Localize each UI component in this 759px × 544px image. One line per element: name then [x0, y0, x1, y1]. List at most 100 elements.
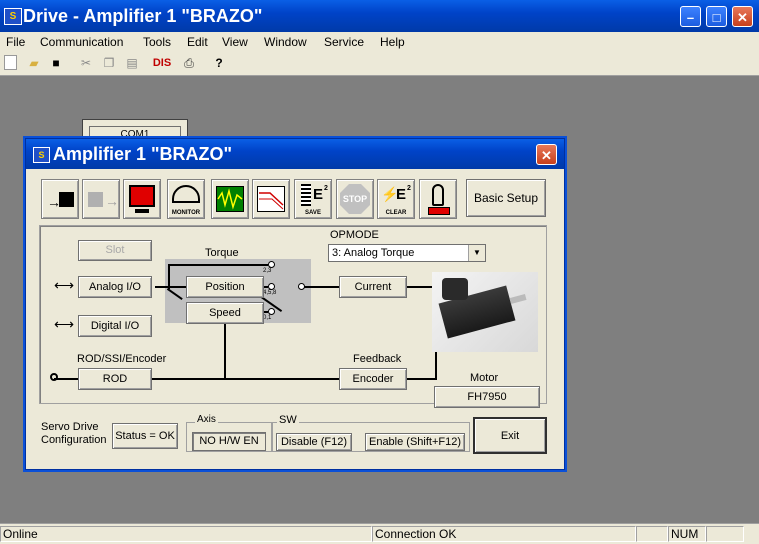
save-eeprom-button[interactable]: E 2 SAVE: [294, 179, 332, 219]
contact-torque: [268, 261, 275, 268]
slot-button[interactable]: Slot: [78, 240, 152, 261]
help-icon[interactable]: ?: [211, 55, 227, 71]
status-connection: Connection OK: [372, 526, 636, 542]
copy-icon[interactable]: ❐: [101, 55, 117, 71]
configuration-label: Configuration: [41, 434, 107, 446]
eeprom-e-label: E: [313, 186, 324, 203]
hand-pointer-icon: [432, 184, 444, 206]
dialog-close-icon[interactable]: ✕: [536, 144, 557, 165]
amplifier-dialog: S Amplifier 1 "BRAZO" ✕ → → MONITOR E 2 …: [25, 138, 565, 470]
monitor-label: MONITOR: [171, 210, 201, 216]
menu-communication[interactable]: Communication: [40, 35, 123, 49]
chevron-down-icon[interactable]: ▼: [468, 245, 485, 261]
analog-link-line: [155, 286, 168, 288]
exit-button[interactable]: Exit: [473, 417, 547, 454]
status-num: NUM: [668, 526, 706, 542]
paste-icon[interactable]: ▤: [124, 55, 140, 71]
speed-button[interactable]: Speed: [186, 302, 264, 324]
sw-group: SW Disable (F12) Enable (Shift+F12): [272, 414, 470, 452]
save-icon[interactable]: ■: [48, 55, 64, 71]
axis-group: Axis NO H/W EN: [186, 414, 272, 452]
enable-button[interactable]: Enable (Shift+F12): [365, 433, 465, 451]
maximize-icon[interactable]: □: [706, 6, 727, 27]
menu-file[interactable]: File: [6, 35, 25, 49]
reset-switch-icon: [428, 207, 450, 215]
monitor-button[interactable]: MONITOR: [167, 179, 205, 219]
encoder-button[interactable]: Encoder: [339, 368, 407, 390]
bode-curve-icon: [259, 192, 284, 210]
switch-out-line: [302, 286, 340, 288]
bidirectional-arrow-icon: ⟷: [54, 277, 75, 293]
block-diagram-panel: 2,3 4,5,8 0,1 ⟷ ⟷ Slot Analog I/O Digita…: [39, 225, 547, 408]
status-cell-empty-2: [706, 526, 744, 542]
analog-io-button[interactable]: Analog I/O: [78, 276, 152, 298]
motor-label: Motor: [470, 372, 499, 384]
minimize-icon[interactable]: –: [680, 6, 701, 27]
connector-icon: [50, 373, 58, 381]
oscilloscope-button[interactable]: [211, 179, 249, 219]
load-from-disk-button[interactable]: →: [82, 179, 120, 219]
dialog-app-icon: S: [33, 147, 50, 163]
dis-button[interactable]: DIS: [151, 55, 173, 71]
motor-connector-icon: [442, 278, 468, 300]
save-to-disk-button[interactable]: →: [41, 179, 79, 219]
status-cell-empty: [636, 526, 668, 542]
screen-stand-icon: [135, 209, 149, 213]
menu-service[interactable]: Service: [324, 35, 364, 49]
title-bar: S Drive - Amplifier 1 "BRAZO" – □ ✕: [0, 0, 759, 32]
bode-plot-button[interactable]: [252, 179, 290, 219]
encoder-link-line: [405, 378, 436, 380]
print-icon[interactable]: ⎙: [181, 55, 197, 71]
axis-status-display: NO H/W EN: [192, 432, 266, 451]
speed-feedback-line: [224, 324, 226, 379]
menu-edit[interactable]: Edit: [187, 35, 208, 49]
gauge-icon: [172, 185, 200, 203]
menu-view[interactable]: View: [222, 35, 248, 49]
toolbar: ▰ ■ ✂ ❐ ▤ DIS ⎙ ?: [0, 52, 759, 76]
contact-position: [268, 283, 275, 290]
disable-button[interactable]: Disable (F12): [276, 433, 352, 451]
switch-label-mid: 4,5,8: [263, 290, 277, 296]
stop-icon: STOP: [340, 184, 370, 214]
clear-e-label: E: [396, 186, 407, 203]
status-bar: Online Connection OK NUM: [0, 523, 759, 544]
torque-line: [168, 264, 268, 266]
stop-button[interactable]: STOP: [336, 179, 374, 219]
sw-label: SW: [277, 414, 299, 426]
floppy-disabled-icon: [88, 192, 103, 207]
rod-button[interactable]: ROD: [78, 368, 152, 390]
opmode-label: OPMODE: [330, 229, 379, 241]
new-file-icon[interactable]: [4, 55, 17, 70]
digital-io-button[interactable]: Digital I/O: [78, 315, 152, 337]
floppy-icon: [59, 192, 74, 207]
oscilloscope-icon: [216, 186, 244, 212]
save-label: SAVE: [305, 210, 321, 216]
window-title: Drive - Amplifier 1 "BRAZO": [23, 6, 263, 26]
bidirectional-arrow-icon: ⟷: [54, 316, 75, 332]
reset-button[interactable]: [419, 179, 457, 219]
current-button[interactable]: Current: [339, 276, 407, 298]
menu-tools[interactable]: Tools: [143, 35, 171, 49]
opmode-select[interactable]: 3: Analog Torque ▼: [328, 244, 486, 262]
motor-model-button[interactable]: FH7950: [434, 386, 540, 408]
clear-label: CLEAR: [385, 210, 407, 216]
cut-icon[interactable]: ✂: [78, 55, 94, 71]
status-button[interactable]: Status = OK: [112, 423, 178, 449]
servo-drive-label: Servo Drive: [41, 421, 99, 433]
arrow-right-disabled-icon: →: [105, 193, 119, 209]
app-icon[interactable]: S: [4, 8, 22, 25]
basic-setup-button[interactable]: Basic Setup: [466, 179, 546, 217]
close-icon[interactable]: ✕: [732, 6, 753, 27]
menu-window[interactable]: Window: [264, 35, 307, 49]
menu-help[interactable]: Help: [380, 35, 405, 49]
bode-plot-icon: [257, 186, 285, 212]
contact-speed: [268, 308, 275, 315]
motor-encoder-line: [435, 351, 437, 380]
motor-shaft-icon: [509, 294, 527, 304]
terminal-button[interactable]: [123, 179, 161, 219]
clear-eeprom-button[interactable]: ⚡ E 2 CLEAR: [377, 179, 415, 219]
position-button[interactable]: Position: [186, 276, 264, 298]
chip-icon: [301, 184, 311, 206]
clear-superscript: 2: [407, 185, 411, 192]
open-folder-icon[interactable]: ▰: [26, 55, 42, 71]
